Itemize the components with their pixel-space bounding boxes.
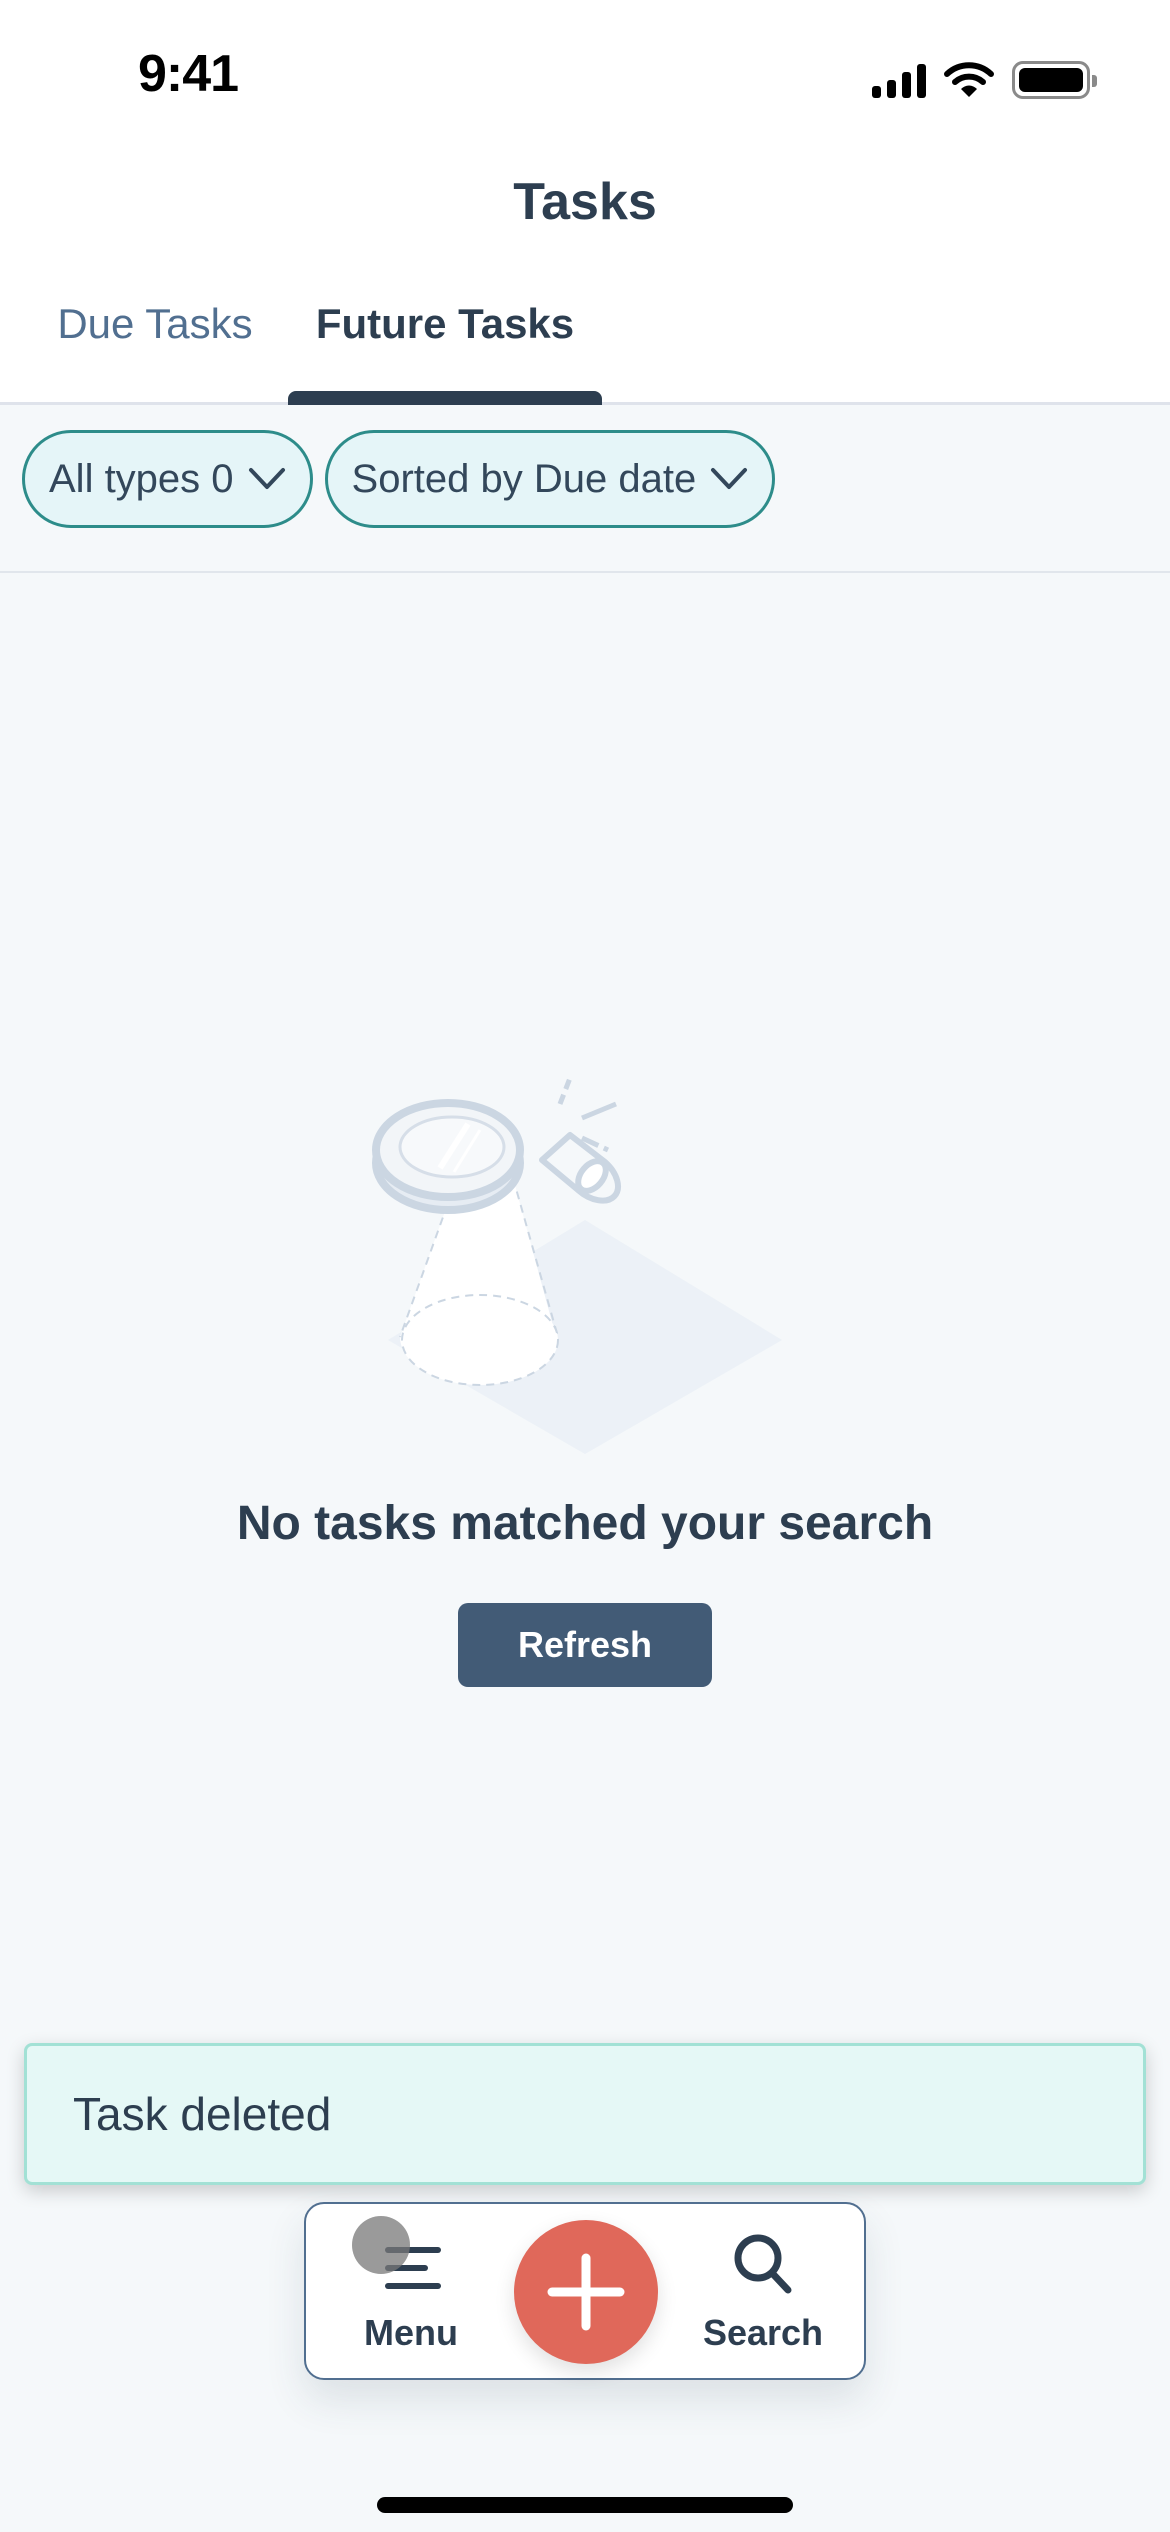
sort-label: Sorted by Due date xyxy=(351,456,697,501)
refresh-button[interactable]: Refresh xyxy=(458,1603,712,1687)
search-button[interactable]: Search xyxy=(688,2204,838,2382)
plus-icon xyxy=(547,2253,625,2331)
tab-label: Future Tasks xyxy=(315,300,575,347)
page-title: Tasks xyxy=(513,173,657,231)
tab-due-tasks[interactable]: Due Tasks xyxy=(0,300,290,405)
search-icon xyxy=(728,2230,798,2300)
tab-bar: Due Tasks Future Tasks xyxy=(0,300,610,407)
type-filter-label: All types 0 xyxy=(49,456,234,501)
status-time: 9:41 xyxy=(138,45,239,103)
chevron-down-icon xyxy=(711,468,748,489)
tab-future-tasks[interactable]: Future Tasks xyxy=(280,300,610,407)
filter-bar: All types 0 Sorted by Due date xyxy=(0,405,1170,573)
chevron-down-icon xyxy=(248,468,285,489)
type-filter-dropdown[interactable]: All types 0 xyxy=(22,430,313,528)
header: Tasks Due Tasks Future Tasks xyxy=(0,150,1170,407)
touch-indicator xyxy=(352,2216,410,2274)
home-indicator[interactable] xyxy=(377,2497,793,2513)
bottom-nav: Menu Search xyxy=(304,2202,866,2380)
tab-label: Due Tasks xyxy=(57,300,253,347)
menu-label: Menu xyxy=(364,2312,458,2353)
battery-icon xyxy=(1012,61,1097,99)
cellular-signal-icon xyxy=(872,62,926,98)
status-bar: 9:41 xyxy=(0,0,1170,150)
tasks-screen: 9:41 Tasks Due Tasks Future Tasks All ty… xyxy=(0,0,1170,2532)
sort-dropdown[interactable]: Sorted by Due date xyxy=(324,430,776,528)
empty-state-title: No tasks matched your search xyxy=(236,1497,934,1550)
search-label: Search xyxy=(702,2312,824,2353)
add-task-button[interactable] xyxy=(514,2220,658,2364)
wifi-icon xyxy=(944,62,994,97)
status-icons xyxy=(872,58,1097,102)
magnifying-glass-illustration xyxy=(372,1077,782,1454)
toast-notification: Task deleted xyxy=(24,2043,1146,2185)
toast-message: Task deleted xyxy=(73,2088,332,2140)
